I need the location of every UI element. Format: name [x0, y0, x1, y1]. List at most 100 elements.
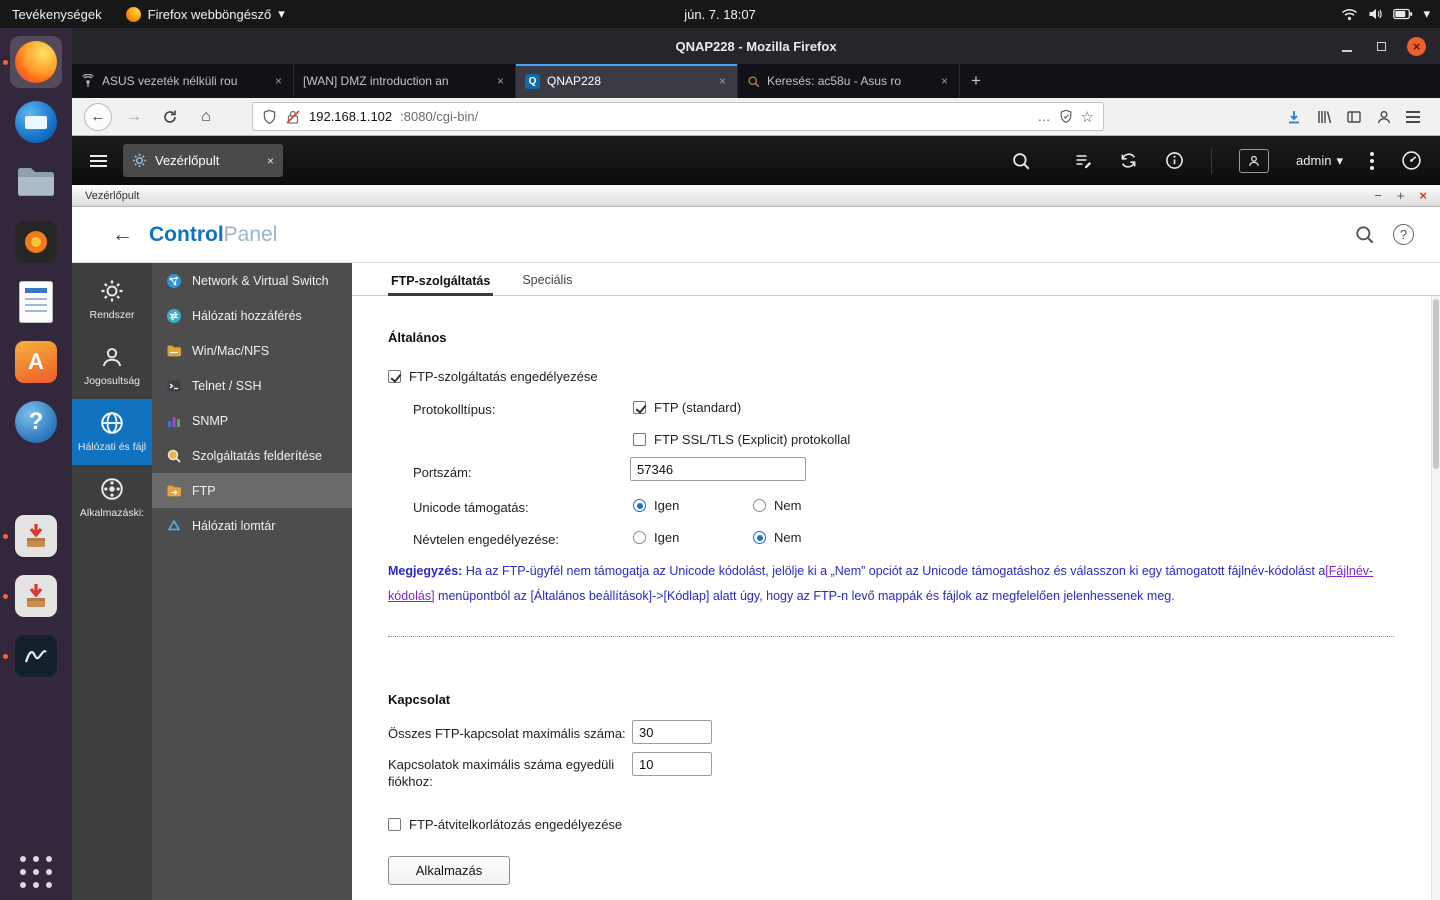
admin-menu[interactable]: admin ▾ — [1296, 153, 1343, 169]
more-options-icon[interactable] — [1370, 151, 1374, 170]
enable-limit-row[interactable]: FTP-átvitelkorlátozás engedélyezése — [388, 817, 622, 832]
max-connections-input[interactable] — [632, 720, 712, 744]
app-minimize-icon[interactable]: − — [1374, 188, 1382, 203]
tab-advanced[interactable]: Speciális — [519, 273, 575, 295]
menu-item-snmp[interactable]: SNMP — [152, 403, 352, 438]
app-window-bar[interactable]: Vezérlőpult − + × — [72, 185, 1440, 207]
anonymous-yes-radio[interactable] — [633, 531, 646, 544]
anonymous-no-radio[interactable] — [753, 531, 766, 544]
enable-ftp-checkbox[interactable] — [388, 370, 401, 383]
menu-item-service-discovery[interactable]: Szolgáltatás felderítése — [152, 438, 352, 473]
bookmark-star-icon[interactable]: ☆ — [1081, 108, 1094, 126]
browser-tab-qnap[interactable]: Q QNAP228 × — [516, 64, 738, 98]
back-arrow-icon[interactable]: ← — [112, 223, 133, 247]
dock-item-media[interactable] — [10, 216, 62, 268]
close-button[interactable]: × — [1407, 36, 1426, 56]
dock-item-package-installer-2[interactable] — [3, 570, 62, 622]
unicode-yes-option[interactable]: Igen — [633, 498, 679, 513]
system-status-area[interactable]: ▾ — [1331, 0, 1440, 28]
anonymous-yes-option[interactable]: Igen — [633, 530, 679, 545]
downloads-icon[interactable] — [1286, 109, 1302, 125]
menu-item-telnet-ssh[interactable]: Telnet / SSH — [152, 368, 352, 403]
search-icon[interactable] — [1354, 224, 1375, 245]
tab-ftp-service[interactable]: FTP-szolgáltatás — [388, 274, 494, 296]
sidebar-item-label: Jogosultság — [83, 375, 141, 387]
page-actions-icon[interactable]: … — [1038, 109, 1051, 124]
menu-item-win-mac-nfs[interactable]: Win/Mac/NFS — [152, 333, 352, 368]
help-icon[interactable]: ? — [1393, 224, 1414, 245]
control-panel-task-tab[interactable]: Vezérlőpult × — [123, 144, 283, 177]
protocol-standard-checkbox[interactable] — [633, 401, 646, 414]
dock-item-help[interactable]: ? — [10, 396, 62, 448]
minimize-button[interactable] — [1337, 37, 1356, 56]
activities-button[interactable]: Tevékenységek — [0, 0, 114, 28]
protocol-standard-row[interactable]: FTP (standard) — [633, 400, 741, 415]
background-tasks-icon[interactable] — [1074, 152, 1092, 170]
enable-limit-checkbox[interactable] — [388, 818, 401, 831]
menu-item-network-recycle-bin[interactable]: Hálózati lomtár — [152, 508, 352, 543]
menu-item-network-access[interactable]: Hálózati hozzáférés — [152, 298, 352, 333]
sidebar-item-system[interactable]: Rendszer — [72, 267, 152, 333]
protocol-ssl-row[interactable]: FTP SSL/TLS (Explicit) protokollal — [633, 432, 850, 447]
forward-button[interactable]: → — [120, 103, 148, 131]
unicode-no-radio[interactable] — [753, 499, 766, 512]
menu-item-ftp[interactable]: FTP — [152, 473, 352, 508]
dock-item-documents[interactable] — [10, 276, 62, 328]
dock-item-files[interactable] — [10, 156, 62, 208]
sidebar-toggle-icon[interactable] — [1346, 109, 1362, 125]
browser-tab-search[interactable]: Keresés: ac58u - Asus ro × — [738, 64, 960, 98]
reload-button[interactable] — [156, 103, 184, 131]
scrollbar[interactable] — [1431, 296, 1440, 900]
dashboard-gauge-icon[interactable] — [1401, 150, 1422, 171]
dock-item-ubuntu-software[interactable]: A — [10, 336, 62, 388]
maximize-button[interactable] — [1372, 37, 1391, 56]
unicode-yes-label: Igen — [654, 498, 680, 513]
unicode-no-option[interactable]: Nem — [753, 498, 801, 513]
anonymous-no-option[interactable]: Nem — [753, 530, 801, 545]
clock[interactable]: jún. 7. 18:07 — [672, 0, 768, 28]
show-applications-button[interactable] — [0, 856, 72, 888]
unicode-yes-radio[interactable] — [633, 499, 646, 512]
tab-close-icon[interactable]: × — [273, 74, 284, 88]
info-icon[interactable] — [1165, 151, 1184, 170]
dock-item-dark-app[interactable] — [3, 630, 62, 682]
permissions-shield-icon[interactable] — [1059, 109, 1073, 124]
sidebar-item-applications[interactable]: Alkalmazáski: — [72, 465, 152, 531]
port-input[interactable] — [630, 457, 806, 481]
url-bar[interactable]: 192.168.1.102:8080/cgi-bin/ … ☆ — [252, 102, 1104, 131]
tab-close-icon[interactable]: × — [717, 74, 728, 88]
new-tab-button[interactable]: + — [960, 64, 992, 98]
dock-item-package-installer[interactable] — [3, 510, 62, 562]
apply-button[interactable]: Alkalmazás — [388, 856, 510, 885]
task-tab-close-icon[interactable]: × — [267, 154, 274, 168]
tab-close-icon[interactable]: × — [495, 74, 506, 88]
scrollbar-thumb[interactable] — [1433, 299, 1439, 469]
enable-ftp-checkbox-row[interactable]: FTP-szolgáltatás engedélyezése — [388, 369, 598, 384]
back-button[interactable]: ← — [84, 102, 112, 131]
menu-item-network-virtual-switch[interactable]: Network & Virtual Switch — [152, 263, 352, 298]
insecure-lock-icon[interactable] — [285, 109, 301, 125]
app-close-icon[interactable]: × — [1419, 188, 1427, 203]
app-maximize-icon[interactable]: + — [1397, 188, 1405, 203]
max-per-account-input[interactable] — [632, 752, 712, 776]
tracking-shield-icon[interactable] — [262, 109, 277, 125]
browser-tab-dmz[interactable]: [WAN] DMZ introduction an × — [294, 64, 516, 98]
sidebar-item-privilege[interactable]: Jogosultság — [72, 333, 152, 399]
app-menu[interactable]: Firefox webböngésző ▾ — [114, 0, 297, 28]
tab-close-icon[interactable]: × — [939, 74, 950, 88]
window-titlebar[interactable]: QNAP228 - Mozilla Firefox × — [72, 28, 1440, 64]
user-icon[interactable] — [1239, 148, 1270, 173]
dock-item-firefox[interactable] — [3, 36, 62, 88]
main-menu-icon[interactable] — [90, 154, 107, 167]
account-icon[interactable] — [1376, 109, 1392, 125]
home-button[interactable]: ⌂ — [192, 103, 220, 131]
url-path: :8080/cgi-bin/ — [400, 109, 479, 124]
external-device-icon[interactable] — [1119, 151, 1138, 170]
dock-item-thunderbird[interactable] — [10, 96, 62, 148]
sidebar-item-network-file[interactable]: Hálózati és fájl — [72, 399, 152, 465]
library-icon[interactable] — [1316, 109, 1332, 125]
browser-tab-asus[interactable]: ASUS vezeték nélküli rou × — [72, 64, 294, 98]
menu-icon[interactable] — [1406, 110, 1420, 123]
protocol-ssl-checkbox[interactable] — [633, 433, 646, 446]
search-icon[interactable] — [1011, 151, 1031, 171]
